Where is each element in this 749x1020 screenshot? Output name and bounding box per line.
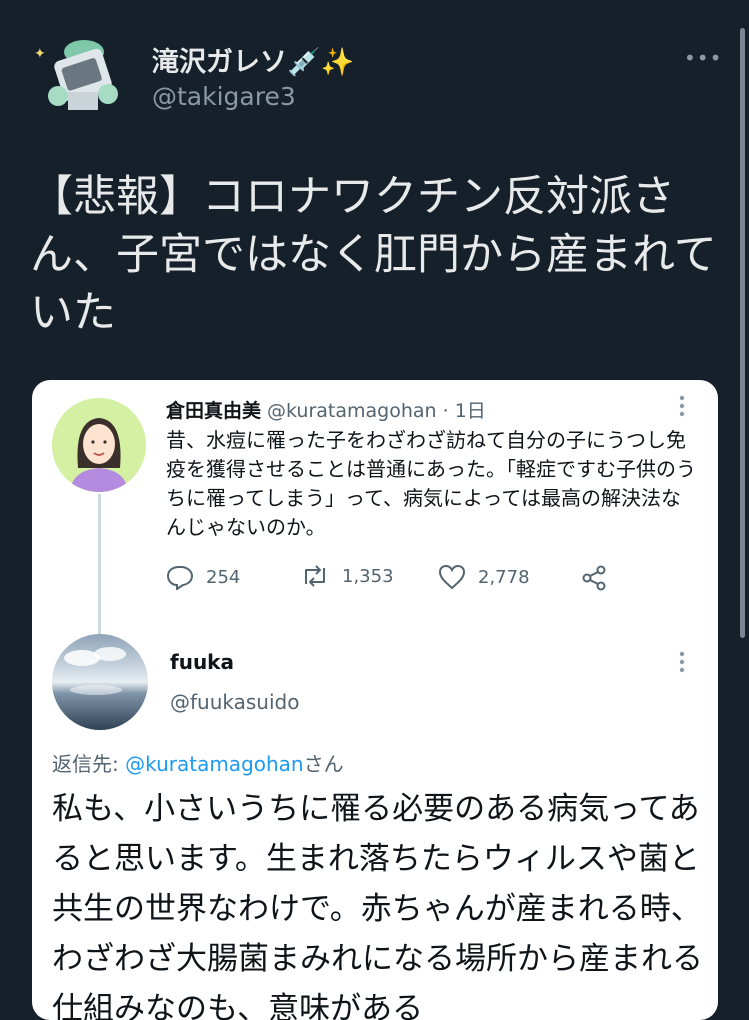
kurata-handle-time[interactable]: @kuratamagohan · 1日 [267, 400, 486, 422]
reply-to-prefix: 返信先: [52, 752, 126, 776]
fuuka-avatar[interactable] [52, 634, 148, 730]
share-icon [582, 565, 606, 591]
retweet-count: 1,353 [342, 565, 394, 587]
retweet-action[interactable]: 1,353 [300, 564, 394, 588]
more-options-icon[interactable]: ••• [684, 46, 722, 70]
quoted-image-card[interactable]: 倉田真由美 @kuratamagohan · 1日 昔、水痘に罹った子をわざわざ訪… [32, 380, 718, 1020]
more-vertical-icon[interactable] [678, 650, 686, 678]
author-name[interactable]: 滝沢ガレソ💉✨ [152, 40, 354, 79]
reply-to-line: 返信先: @kuratamagohanさん [52, 748, 344, 777]
reply-count: 254 [206, 566, 241, 588]
kurata-avatar[interactable] [52, 398, 146, 492]
fuuka-tweet-text: 私も、小さいうちに罹る必要のある病気ってあると思います。生まれ落ちたらウィルスや… [52, 791, 703, 1020]
fuuka-name[interactable]: fuuka [170, 650, 234, 674]
reply-action[interactable]: 254 [166, 564, 240, 590]
fuuka-handle[interactable]: @fuukasuido [170, 690, 299, 714]
share-action[interactable] [580, 564, 620, 592]
tweet-text: 【悲報】コロナワクチン反対派さん、子宮ではなく肛門から産まれていた [30, 172, 717, 338]
scrollbar[interactable] [740, 28, 745, 638]
quoted-header: 倉田真由美 @kuratamagohan · 1日 [166, 396, 486, 423]
like-action[interactable]: 2,778 [438, 564, 530, 590]
svg-text:✦: ✦ [34, 46, 46, 62]
author-avatar[interactable]: ✦ [34, 34, 126, 116]
retweet-icon [305, 565, 325, 587]
kurata-tweet-text: 昔、水痘に罹った子をわざわざ訪ねて自分の子にうつし免疫を獲得させることは普通にあ… [166, 428, 696, 539]
action-bar: 254 1,353 2,778 [166, 564, 686, 594]
reply-icon [166, 566, 194, 590]
heart-icon [438, 564, 466, 590]
like-count: 2,778 [478, 566, 530, 588]
thread-line [98, 494, 101, 638]
reply-to-handle-link[interactable]: @kuratamagohan [125, 752, 304, 776]
more-vertical-icon[interactable] [678, 394, 686, 422]
author-handle[interactable]: @takigare3 [152, 82, 296, 111]
reply-to-suffix: さん [303, 752, 344, 776]
kurata-name[interactable]: 倉田真由美 [166, 400, 261, 422]
